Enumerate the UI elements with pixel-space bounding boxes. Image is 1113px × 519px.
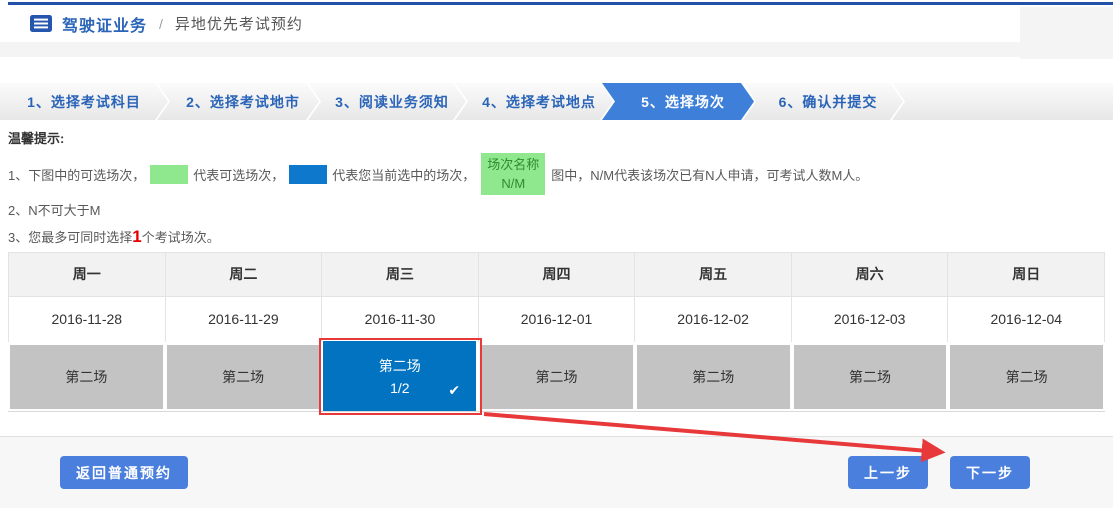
session-option[interactable]: 第二场	[950, 345, 1103, 409]
session-schedule-table: 周一 周二 周三 周四 周五 周六 周日 2016-11-28 2016-11-…	[8, 252, 1105, 412]
session-cell: 第二场	[8, 342, 165, 411]
date-cell: 2016-12-01	[479, 297, 636, 342]
list-icon	[30, 15, 52, 32]
tips-line-1-text-4: 图中，N/M代表该场次已有N人申请，可考试人数M人。	[551, 165, 868, 184]
session-cell: 第二场	[635, 342, 792, 411]
tab-step-5-label: 5、选择场次	[641, 92, 725, 112]
step-tabs: 1、选择考试科目 2、选择考试地市 3、阅读业务须知 4、选择考试地点 5、选择…	[0, 83, 1113, 120]
tab-step-2-label: 2、选择考试地市	[186, 92, 300, 112]
weekday-header: 周二	[166, 253, 323, 296]
date-cell: 2016-12-03	[792, 297, 949, 342]
session-option[interactable]: 第二场	[167, 345, 320, 409]
session-option[interactable]: 第二场	[637, 345, 790, 409]
session-option[interactable]: 第二场	[794, 345, 947, 409]
tips-line-1-text-3: 代表您当前选中的场次，	[332, 165, 475, 184]
date-row: 2016-11-28 2016-11-29 2016-11-30 2016-12…	[8, 297, 1105, 342]
nav-button-group: 上一步 下一步	[848, 456, 1030, 489]
session-label: 第二场	[379, 356, 421, 376]
tab-step-2[interactable]: 2、选择考试地市	[157, 83, 319, 120]
date-cell: 2016-11-29	[166, 297, 323, 342]
session-label: 第二场	[849, 367, 891, 387]
tips-line-1: 1、下图中的可选场次， 代表可选场次， 代表您当前选中的场次， 场次名称 N/M…	[8, 150, 1113, 198]
session-cell-selected: 第二场 1/2 ✔	[321, 342, 478, 411]
tips-line-3-suffix: 个考试场次。	[142, 230, 220, 245]
weekday-header: 周五	[635, 253, 792, 296]
action-bar: 返回普通预约 上一步 下一步	[0, 436, 1113, 508]
weekday-header: 周一	[9, 253, 166, 296]
weekday-header-row: 周一 周二 周三 周四 周五 周六 周日	[8, 253, 1105, 297]
tab-step-4[interactable]: 4、选择考试地点	[455, 83, 613, 120]
session-label: 第二场	[1006, 367, 1048, 387]
selected-session-swatch	[289, 165, 327, 184]
tab-step-5-active[interactable]: 5、选择场次	[602, 83, 754, 120]
tips-line-3-prefix: 3、您最多可同时选择	[8, 230, 132, 245]
check-icon: ✔	[448, 382, 460, 399]
date-cell: 2016-11-28	[9, 297, 166, 342]
tab-step-3[interactable]: 3、阅读业务须知	[308, 83, 466, 120]
weekday-header: 周六	[792, 253, 949, 296]
next-step-button[interactable]: 下一步	[950, 456, 1030, 489]
max-session-count: 1	[132, 227, 141, 246]
tips-line-2: 2、N不可大于M	[8, 198, 1113, 224]
tips-panel: 温馨提示: 1、下图中的可选场次， 代表可选场次， 代表您当前选中的场次， 场次…	[0, 120, 1113, 252]
tab-step-3-label: 3、阅读业务须知	[335, 92, 449, 112]
weekday-header: 周三	[322, 253, 479, 296]
legend-session-ratio: N/M	[481, 174, 545, 193]
breadcrumb-separator: /	[159, 16, 163, 32]
tab-step-6-label: 6、确认并提交	[779, 92, 878, 112]
tab-step-4-label: 4、选择考试地点	[482, 92, 596, 112]
session-ratio: 1/2	[390, 380, 409, 396]
tips-line-1-text-1: 1、下图中的可选场次，	[8, 165, 145, 184]
header-divider-strip	[0, 42, 1113, 57]
session-cell: 第二场	[165, 342, 322, 411]
weekday-header: 周四	[479, 253, 636, 296]
tab-step-1-label: 1、选择考试科目	[27, 92, 141, 112]
tab-step-6[interactable]: 6、确认并提交	[743, 83, 903, 120]
session-cell: 第二场	[792, 342, 949, 411]
session-row: 第二场 第二场 第二场 1/2 ✔ 第二场 第二场 第二场 第二场	[8, 342, 1105, 412]
available-session-swatch	[150, 165, 188, 184]
session-cell: 第二场	[478, 342, 635, 411]
breadcrumb-root-link[interactable]: 驾驶证业务	[62, 12, 147, 36]
tab-step-1[interactable]: 1、选择考试科目	[0, 83, 168, 120]
spacer	[0, 57, 1113, 83]
tips-line-3: 3、您最多可同时选择1个考试场次。	[8, 224, 1113, 250]
date-cell: 2016-12-02	[635, 297, 792, 342]
date-cell: 2016-12-04	[948, 297, 1105, 342]
tab-bar-filler	[892, 83, 1113, 120]
page-title: 异地优先考试预约	[175, 13, 303, 34]
session-label: 第二场	[222, 367, 264, 387]
breadcrumb: 驾驶证业务 / 异地优先考试预约	[0, 5, 1113, 42]
session-cell: 第二场	[948, 342, 1105, 411]
session-option[interactable]: 第二场	[480, 345, 633, 409]
previous-step-button[interactable]: 上一步	[848, 456, 928, 489]
session-legend-example: 场次名称 N/M	[481, 153, 545, 195]
date-cell: 2016-11-30	[322, 297, 479, 342]
session-label: 第二场	[692, 367, 734, 387]
session-option-selected[interactable]: 第二场 1/2 ✔	[323, 341, 476, 411]
session-label: 第二场	[65, 367, 107, 387]
session-label: 第二场	[536, 367, 578, 387]
weekday-header: 周日	[948, 253, 1105, 296]
spacer	[0, 412, 1113, 436]
legend-session-name: 场次名称	[481, 155, 545, 174]
header-right-background	[1020, 7, 1113, 59]
back-to-normal-booking-button[interactable]: 返回普通预约	[60, 456, 188, 489]
tips-title: 温馨提示:	[8, 128, 1113, 146]
session-option[interactable]: 第二场	[10, 345, 163, 409]
tips-line-1-text-2: 代表可选场次，	[193, 165, 284, 184]
